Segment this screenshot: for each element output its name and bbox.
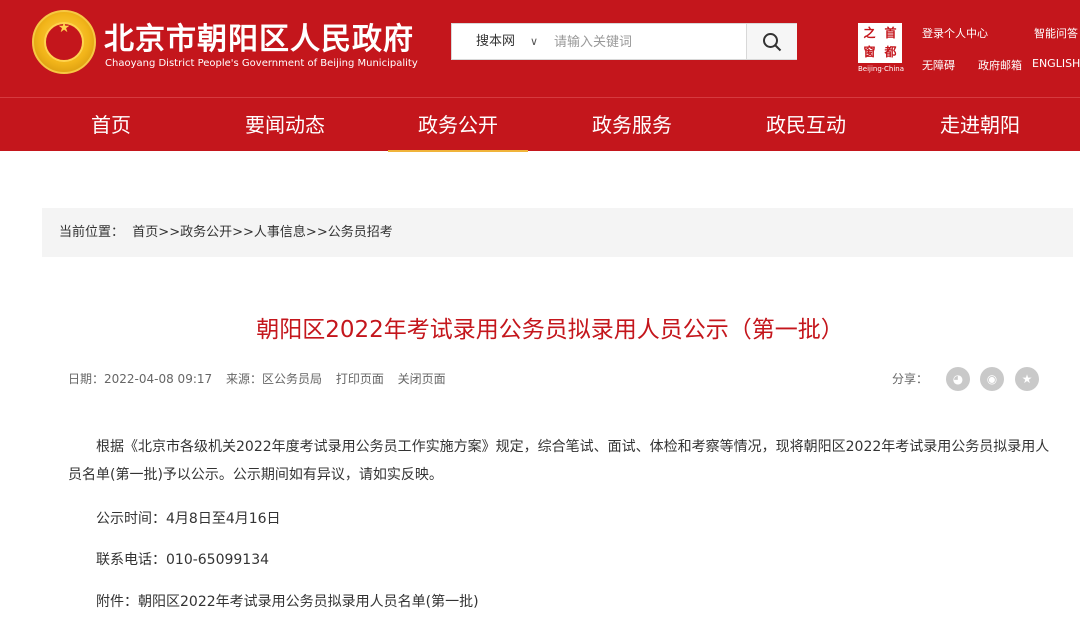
attachment-link[interactable]: 附件：朝阳区2022年考试录用公务员拟录用人员名单(第一批) xyxy=(96,591,479,611)
logo-char: 首 xyxy=(884,26,897,40)
nav-gov-services[interactable]: 政务服务 xyxy=(562,98,702,152)
logo-char: 都 xyxy=(884,45,897,59)
nav-interaction[interactable]: 政民互动 xyxy=(736,98,876,152)
search-scope-label: 搜本网 xyxy=(476,34,516,49)
main-nav: 首页 要闻动态 政务公开 政务服务 政民互动 走进朝阳 xyxy=(0,97,1080,152)
english-link[interactable]: ENGLISH xyxy=(1032,57,1080,70)
contact-phone: 联系电话：010-65099134 xyxy=(96,552,270,568)
chevron-down-icon: ∨ xyxy=(530,35,539,48)
breadcrumb-separator: >> xyxy=(158,225,181,240)
national-emblem-icon: ★ xyxy=(32,10,96,74)
notice-period: 公示时间：4月8日至4月16日 xyxy=(96,511,281,527)
logo-char: 之 xyxy=(863,26,876,40)
nav-about-chaoyang[interactable]: 走进朝阳 xyxy=(910,98,1050,152)
site-header: ★ 北京市朝阳区人民政府 Chaoyang District People's … xyxy=(0,0,1080,97)
site-title[interactable]: 北京市朝阳区人民政府 xyxy=(104,14,414,58)
search-input[interactable] xyxy=(554,32,744,52)
nav-news[interactable]: 要闻动态 xyxy=(215,98,355,152)
article-meta: 日期：2022-04-08 09:17 来源：区公务员局 打印页面 关闭页面 xyxy=(68,370,456,387)
breadcrumb-personnel[interactable]: 人事信息 xyxy=(254,225,306,240)
nav-gov-affairs-open[interactable]: 政务公开 xyxy=(388,98,528,152)
breadcrumb-gov-affairs[interactable]: 政务公开 xyxy=(180,225,232,240)
paragraph-text: 根据《北京市各级机关2022年度考试录用公务员工作实施方案》规定，综合笔试、面试… xyxy=(68,439,1050,483)
close-page-link[interactable]: 关闭页面 xyxy=(398,372,446,386)
search-button[interactable] xyxy=(746,24,797,59)
gov-mail-link[interactable]: 政府邮箱 xyxy=(978,57,1022,73)
smart-qa-link[interactable]: 智能问答 xyxy=(1034,25,1078,41)
breadcrumb-separator: >> xyxy=(305,225,328,240)
article-paragraph: 根据《北京市各级机关2022年度考试录用公务员工作实施方案》规定，综合笔试、面试… xyxy=(68,433,1053,489)
share-label: 分享： xyxy=(892,372,929,386)
search-scope-select[interactable]: 搜本网 ∨ xyxy=(452,24,544,59)
nav-home[interactable]: 首页 xyxy=(41,98,181,152)
logo-caption: Beijing·China xyxy=(857,65,905,73)
favorite-icon[interactable]: ★ xyxy=(1015,367,1039,391)
article-title: 朝阳区2022年考试录用公务员拟录用人员公示（第一批） xyxy=(256,317,844,343)
article-source: 来源：区公务员局 xyxy=(225,372,322,386)
search-box: 搜本网 ∨ xyxy=(451,23,797,60)
login-link[interactable]: 登录个人中心 xyxy=(922,25,988,41)
article-date: 日期：2022-04-08 09:17 xyxy=(68,372,213,386)
logo-char: 窗 xyxy=(863,45,876,59)
breadcrumb: 当前位置： 首页>>政务公开>>人事信息>>公务员招考 xyxy=(42,208,1073,257)
search-icon xyxy=(763,33,782,52)
breadcrumb-prefix: 当前位置： xyxy=(59,225,125,240)
breadcrumb-home[interactable]: 首页 xyxy=(132,225,158,240)
accessibility-link[interactable]: 无障碍 xyxy=(922,57,955,73)
wechat-icon[interactable]: ◕ xyxy=(946,367,970,391)
breadcrumb-civil-servant[interactable]: 公务员招考 xyxy=(328,225,393,240)
breadcrumb-separator: >> xyxy=(232,225,254,240)
site-subtitle: Chaoyang District People's Government of… xyxy=(105,58,418,69)
weibo-icon[interactable]: ◉ xyxy=(980,367,1004,391)
capital-window-logo[interactable]: 之 首 窗 都 Beijing·China xyxy=(858,23,904,73)
print-page-link[interactable]: 打印页面 xyxy=(336,372,384,386)
